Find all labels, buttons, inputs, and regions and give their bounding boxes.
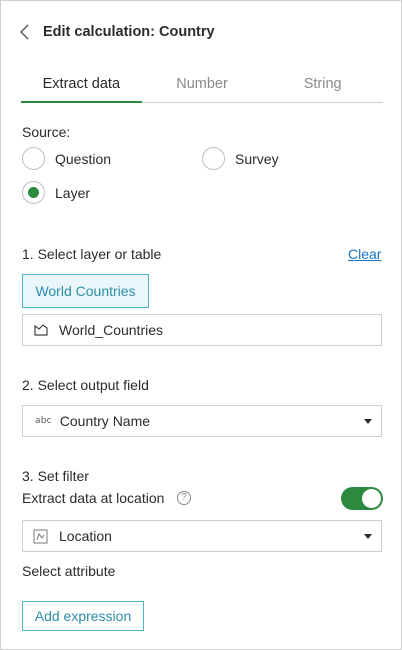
- step2-label: 2. Select output field: [22, 377, 149, 393]
- calculation-tabs: Extract data Number String: [21, 65, 383, 103]
- radio-circle: [22, 181, 45, 204]
- toggle-knob: [362, 489, 381, 508]
- selected-layer-value: World_Countries: [59, 322, 164, 338]
- selected-layer-field[interactable]: World_Countries: [22, 314, 382, 346]
- clear-link[interactable]: Clear: [348, 246, 381, 262]
- chevron-left-icon[interactable]: [19, 21, 37, 43]
- edit-calculation-panel: Edit calculation: Country Extract data N…: [0, 0, 402, 650]
- radio-label: Survey: [235, 150, 279, 167]
- chevron-down-icon: [364, 534, 372, 539]
- radio-layer[interactable]: Layer: [22, 181, 90, 204]
- string-type-icon: abc: [35, 416, 52, 426]
- location-field-icon: [33, 529, 51, 544]
- output-field-value: Country Name: [59, 413, 151, 429]
- location-field-value: Location: [59, 528, 112, 544]
- radio-question[interactable]: Question: [22, 147, 111, 170]
- panel-header: Edit calculation: Country: [19, 21, 215, 43]
- radio-selected-dot: [28, 187, 39, 198]
- location-toggle[interactable]: [341, 487, 383, 510]
- polygon-layer-icon: [33, 323, 51, 337]
- location-toggle-label: Extract data at location: [22, 490, 165, 506]
- output-field-select[interactable]: abc Country Name: [22, 405, 382, 437]
- radio-label: Question: [55, 150, 112, 167]
- page-title: Edit calculation: Country: [43, 24, 215, 40]
- tab-number[interactable]: Number: [142, 65, 263, 102]
- radio-circle: [202, 147, 225, 170]
- radio-survey[interactable]: Survey: [202, 147, 279, 170]
- step1-label: 1. Select layer or table: [22, 246, 162, 262]
- layer-chip-world-countries[interactable]: World Countries: [22, 274, 149, 308]
- radio-label: Layer: [55, 184, 91, 201]
- location-field-select[interactable]: Location: [22, 520, 382, 552]
- tab-string[interactable]: String: [262, 65, 383, 102]
- step3-label: 3. Set filter: [22, 468, 89, 484]
- select-attribute-label: Select attribute: [22, 563, 116, 579]
- radio-circle: [22, 147, 45, 170]
- help-icon[interactable]: ?: [177, 491, 191, 505]
- source-label: Source:: [22, 124, 71, 140]
- tab-extract-data[interactable]: Extract data: [21, 65, 142, 103]
- add-expression-button[interactable]: Add expression: [22, 601, 144, 631]
- chevron-down-icon: [364, 419, 372, 424]
